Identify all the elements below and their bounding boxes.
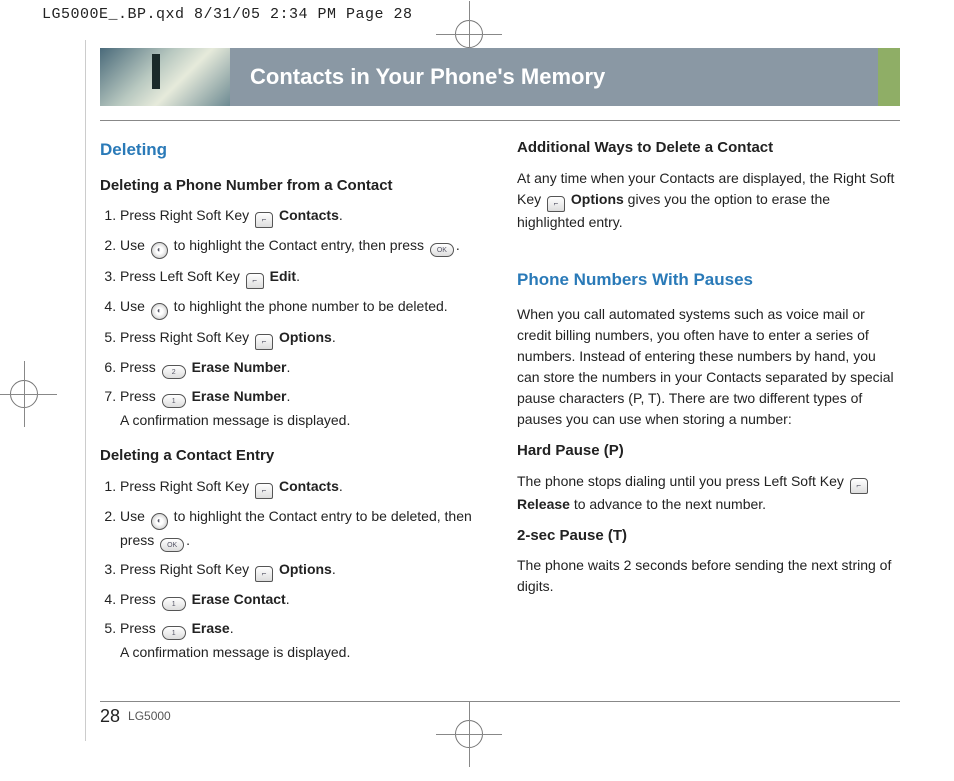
confirmation-note: A confirmation message is displayed. bbox=[120, 410, 483, 431]
confirmation-note: A confirmation message is displayed. bbox=[120, 642, 483, 663]
numkey-2-icon: 2 bbox=[162, 365, 186, 379]
page-number: 28 bbox=[100, 706, 120, 727]
section-heading-pauses: Phone Numbers With Pauses bbox=[517, 267, 900, 293]
header-image bbox=[100, 48, 230, 106]
paragraph: The phone waits 2 seconds before sending… bbox=[517, 555, 900, 597]
nav-key-icon: ◐ bbox=[151, 242, 168, 259]
ok-key-icon: OK bbox=[430, 243, 454, 257]
numkey-1-icon: 1 bbox=[162, 626, 186, 640]
registration-mark-top bbox=[455, 20, 483, 48]
softkey-icon: ⌐ bbox=[255, 334, 273, 350]
list-item: Press 2 Erase Number. bbox=[120, 357, 483, 379]
chapter-header: Contacts in Your Phone's Memory bbox=[100, 48, 900, 106]
softkey-icon: ⌐ bbox=[255, 483, 273, 499]
left-column: Deleting Deleting a Phone Number from a … bbox=[100, 133, 483, 677]
numkey-1-icon: 1 bbox=[162, 597, 186, 611]
model-label: LG5000 bbox=[128, 709, 171, 723]
list-item: Use ◐ to highlight the phone number to b… bbox=[120, 296, 483, 320]
list-item: Use ◐ to highlight the Contact entry, th… bbox=[120, 235, 483, 259]
softkey-icon: ⌐ bbox=[547, 196, 565, 212]
nav-key-icon: ◐ bbox=[151, 303, 168, 320]
subheading-delete-number: Deleting a Phone Number from a Contact bbox=[100, 175, 483, 198]
chapter-title: Contacts in Your Phone's Memory bbox=[230, 48, 878, 106]
softkey-icon: ⌐ bbox=[246, 273, 264, 289]
ok-key-icon: OK bbox=[160, 538, 184, 552]
list-item: Use ◐ to highlight the Contact entry to … bbox=[120, 506, 483, 552]
list-item: Press 1 Erase Contact. bbox=[120, 589, 483, 611]
subheading-hard-pause: Hard Pause (P) bbox=[517, 440, 900, 463]
softkey-icon: ⌐ bbox=[255, 566, 273, 582]
list-item: Press Left Soft Key ⌐ Edit. bbox=[120, 266, 483, 289]
list-item: Press 1 Erase. A confirmation message is… bbox=[120, 618, 483, 663]
section-heading-deleting: Deleting bbox=[100, 137, 483, 163]
registration-mark-left bbox=[10, 380, 38, 408]
list-item: Press 1 Erase Number. A confirmation mes… bbox=[120, 386, 483, 431]
softkey-icon: ⌐ bbox=[255, 212, 273, 228]
list-item: Press Right Soft Key ⌐ Options. bbox=[120, 327, 483, 350]
page-footer: 28 LG5000 bbox=[100, 701, 900, 727]
page-content: Contacts in Your Phone's Memory Deleting… bbox=[100, 48, 900, 727]
paragraph: When you call automated systems such as … bbox=[517, 304, 900, 430]
header-accent bbox=[878, 48, 900, 106]
divider bbox=[100, 120, 900, 121]
right-column: Additional Ways to Delete a Contact At a… bbox=[517, 133, 900, 677]
subheading-delete-entry: Deleting a Contact Entry bbox=[100, 445, 483, 468]
list-item: Press Right Soft Key ⌐ Options. bbox=[120, 559, 483, 582]
list-item: Press Right Soft Key ⌐ Contacts. bbox=[120, 476, 483, 499]
paragraph: At any time when your Contacts are displ… bbox=[517, 168, 900, 233]
steps-delete-entry: Press Right Soft Key ⌐ Contacts. Use ◐ t… bbox=[100, 476, 483, 663]
subheading-additional-delete: Additional Ways to Delete a Contact bbox=[517, 137, 900, 160]
subheading-2sec-pause: 2-sec Pause (T) bbox=[517, 525, 900, 548]
paragraph: The phone stops dialing until you press … bbox=[517, 471, 900, 515]
softkey-icon: ⌐ bbox=[850, 478, 868, 494]
numkey-1-icon: 1 bbox=[162, 394, 186, 408]
nav-key-icon: ◐ bbox=[151, 513, 168, 530]
steps-delete-number: Press Right Soft Key ⌐ Contacts. Use ◐ t… bbox=[100, 205, 483, 431]
list-item: Press Right Soft Key ⌐ Contacts. bbox=[120, 205, 483, 228]
crop-guide-left bbox=[85, 40, 87, 741]
